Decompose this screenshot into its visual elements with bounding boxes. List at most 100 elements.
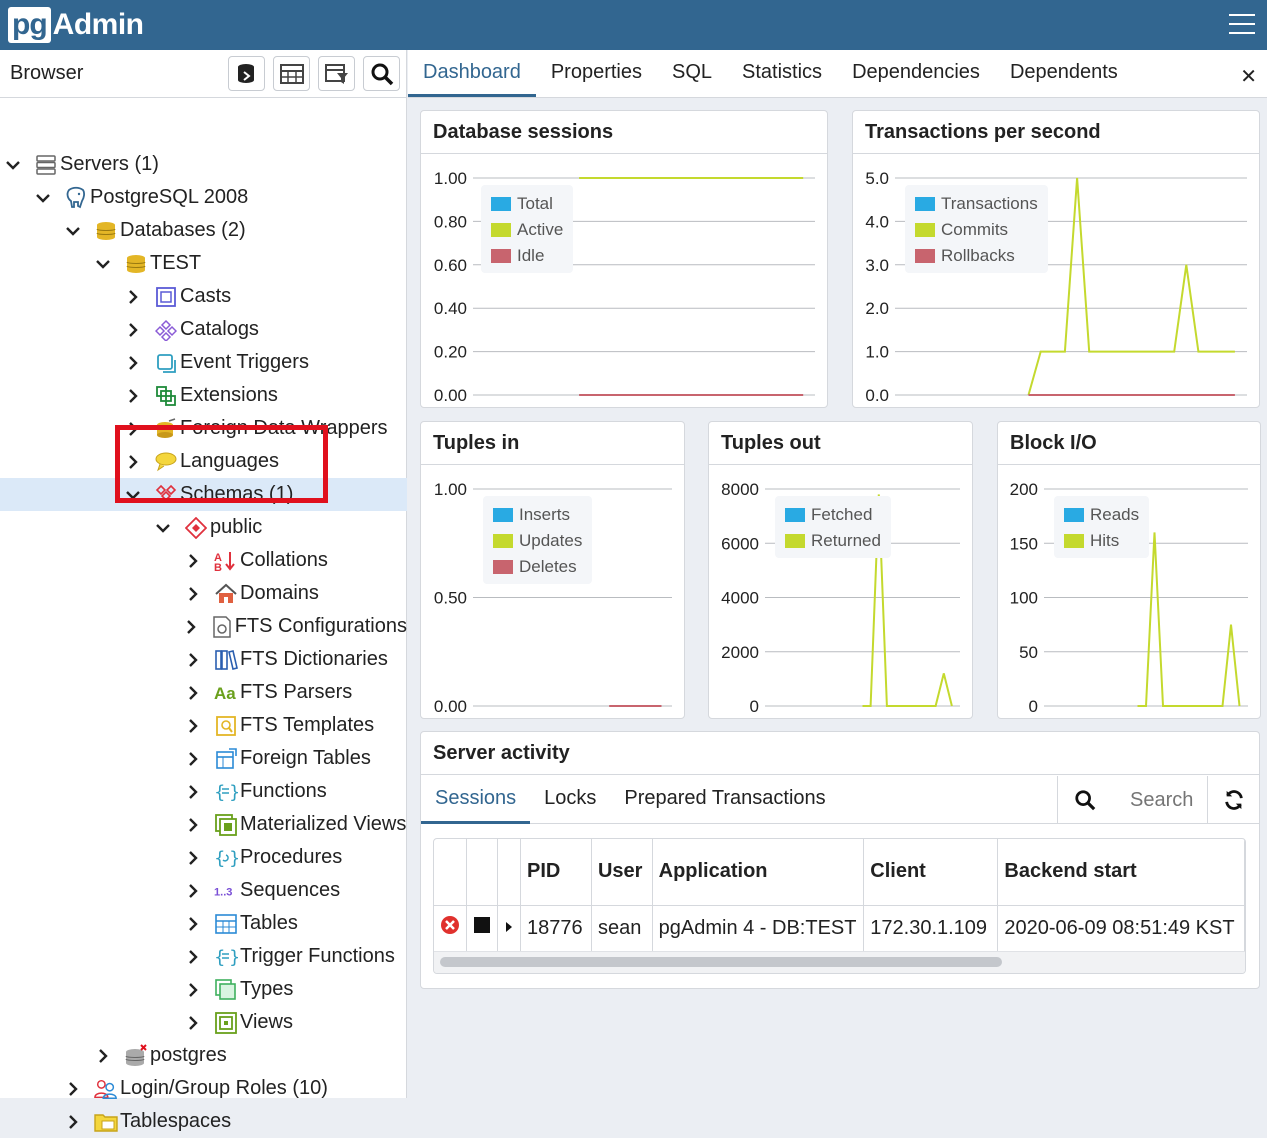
tree-item[interactable]: FTS Templates: [0, 709, 407, 742]
chevron-right-icon[interactable]: [126, 355, 140, 370]
tree-item[interactable]: Domains: [0, 577, 407, 610]
close-tab-icon[interactable]: ✕: [1240, 64, 1257, 89]
tree-item[interactable]: Login/Group Roles (10): [0, 1072, 407, 1105]
query-tool-button[interactable]: [228, 56, 265, 91]
tree-item[interactable]: Databases (2): [0, 214, 407, 247]
hamburger-menu-icon[interactable]: [1229, 14, 1255, 36]
tree-item[interactable]: PostgreSQL 2008: [0, 181, 407, 214]
tree-item[interactable]: Tablespaces: [0, 1105, 407, 1138]
legend-item[interactable]: Fetched: [785, 502, 881, 528]
legend-item[interactable]: Total: [491, 191, 563, 217]
header-terminate: [434, 839, 467, 906]
chevron-down-icon[interactable]: [66, 224, 80, 238]
terminate-session-button[interactable]: [434, 905, 467, 951]
legend-item[interactable]: Returned: [785, 528, 881, 554]
header-client[interactable]: Client: [863, 839, 999, 906]
tab-sql[interactable]: SQL: [657, 61, 727, 97]
search-objects-button[interactable]: [363, 56, 400, 91]
chevron-right-icon[interactable]: [186, 586, 200, 601]
view-data-button[interactable]: [273, 56, 310, 91]
header-application[interactable]: Application: [652, 839, 865, 906]
legend-item[interactable]: Reads: [1064, 502, 1139, 528]
tree-item[interactable]: {}Trigger Functions: [0, 940, 407, 973]
legend-item[interactable]: Deletes: [493, 554, 582, 580]
tab-dashboard[interactable]: Dashboard: [408, 61, 536, 97]
tab-properties[interactable]: Properties: [536, 61, 657, 97]
legend-item[interactable]: Inserts: [493, 502, 582, 528]
refresh-button[interactable]: [1207, 776, 1259, 824]
chevron-right-icon[interactable]: [186, 916, 200, 931]
header-user[interactable]: User: [591, 839, 653, 906]
legend-item[interactable]: Commits: [915, 217, 1038, 243]
tree-item[interactable]: Materialized Views: [0, 808, 407, 841]
tree-item[interactable]: postgres: [0, 1039, 407, 1072]
tree-item[interactable]: Tables: [0, 907, 407, 940]
chevron-right-icon[interactable]: [66, 1114, 80, 1129]
chevron-right-icon[interactable]: [186, 883, 200, 898]
tree-item[interactable]: Foreign Tables: [0, 742, 407, 775]
tab-prepared-transactions[interactable]: Prepared Transactions: [610, 776, 839, 824]
chevron-right-icon[interactable]: [186, 949, 200, 964]
chevron-right-icon[interactable]: [186, 817, 200, 832]
legend-item[interactable]: Transactions: [915, 191, 1038, 217]
legend-item[interactable]: Active: [491, 217, 563, 243]
tree-item[interactable]: 1..3 Sequences: [0, 874, 407, 907]
filtered-rows-button[interactable]: [318, 56, 355, 91]
chevron-right-icon[interactable]: [126, 322, 140, 337]
chevron-right-icon[interactable]: [186, 784, 200, 799]
legend-item[interactable]: Rollbacks: [915, 243, 1038, 269]
tab-dependencies[interactable]: Dependencies: [837, 61, 995, 97]
search-input[interactable]: [1130, 788, 1200, 812]
tree-item[interactable]: Catalogs: [0, 313, 407, 346]
header-pid[interactable]: PID: [520, 839, 592, 906]
chevron-right-icon[interactable]: [66, 1081, 80, 1096]
chevron-down-icon[interactable]: [6, 158, 20, 172]
database-sessions-card: Database sessions 1.00 0.80 0.60 0.40 0.20 0.…: [420, 110, 828, 408]
chevron-right-icon[interactable]: [186, 685, 200, 700]
tab-dependents[interactable]: Dependents: [995, 61, 1133, 97]
tree-item[interactable]: Extensions: [0, 379, 407, 412]
chevron-right-icon[interactable]: [186, 553, 200, 568]
chevron-down-icon[interactable]: [156, 521, 170, 535]
tab-statistics[interactable]: Statistics: [727, 61, 837, 97]
tree-item[interactable]: Event Triggers: [0, 346, 407, 379]
tree-item[interactable]: {}Procedures: [0, 841, 407, 874]
cancel-query-button[interactable]: [466, 905, 498, 951]
legend-item[interactable]: Idle: [491, 243, 563, 269]
tab-locks[interactable]: Locks: [530, 776, 610, 824]
chevron-down-icon[interactable]: [36, 191, 50, 205]
tree-item[interactable]: Servers (1): [0, 148, 407, 181]
tab-sessions[interactable]: Sessions: [421, 776, 531, 824]
y-tick-label: 4000: [721, 589, 759, 608]
tree-item[interactable]: {}Functions: [0, 775, 407, 808]
header-backend-start[interactable]: Backend start: [997, 839, 1245, 906]
horizontal-scrollbar[interactable]: [440, 957, 1002, 967]
chevron-right-icon[interactable]: [186, 718, 200, 733]
chevron-right-icon[interactable]: [126, 388, 140, 403]
tree-item[interactable]: Casts: [0, 280, 407, 313]
tree-item[interactable]: Aa FTS Parsers: [0, 676, 407, 709]
chevron-right-icon[interactable]: [186, 619, 197, 634]
svg-text:Aa: Aa: [214, 684, 236, 703]
materialized-views-icon: [214, 813, 238, 837]
tree-item[interactable]: Views: [0, 1006, 407, 1039]
pgadmin-logo[interactable]: pg Admin: [8, 6, 144, 44]
chevron-right-icon[interactable]: [186, 652, 200, 667]
chevron-right-icon[interactable]: [186, 982, 200, 997]
chevron-right-icon[interactable]: [126, 289, 140, 304]
tree-item[interactable]: TEST: [0, 247, 407, 280]
tree-item[interactable]: FTS Configurations: [0, 610, 407, 643]
chevron-down-icon[interactable]: [96, 257, 110, 271]
chevron-right-icon[interactable]: [96, 1048, 110, 1063]
legend-label: Deletes: [519, 557, 577, 576]
chevron-right-icon[interactable]: [186, 850, 200, 865]
tree-item[interactable]: FTS Dictionaries: [0, 643, 407, 676]
tree-item[interactable]: public: [0, 511, 407, 544]
tree-item[interactable]: Types: [0, 973, 407, 1006]
chevron-right-icon[interactable]: [186, 751, 200, 766]
chevron-right-icon[interactable]: [186, 1015, 200, 1030]
tree-item[interactable]: A B Collations: [0, 544, 407, 577]
legend-item[interactable]: Updates: [493, 528, 582, 554]
legend-item[interactable]: Hits: [1064, 528, 1139, 554]
expand-row-button[interactable]: [497, 905, 521, 951]
